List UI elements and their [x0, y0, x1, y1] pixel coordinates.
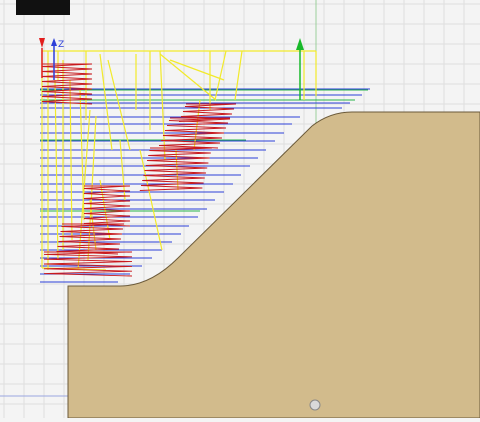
target-circle-icon[interactable] [309, 399, 321, 411]
rapid-move [234, 50, 243, 101]
blue-arrow-icon [51, 38, 57, 46]
rapid-move [54, 79, 59, 261]
rapid-move [169, 59, 225, 81]
cam-viewport[interactable]: Z [0, 0, 480, 419]
rapid-move [159, 53, 217, 101]
viewport-corner-tab [16, 0, 70, 15]
rapid-move [107, 59, 131, 151]
toolpath-scene: Z [0, 0, 480, 419]
z-axis-label: Z [58, 40, 64, 50]
